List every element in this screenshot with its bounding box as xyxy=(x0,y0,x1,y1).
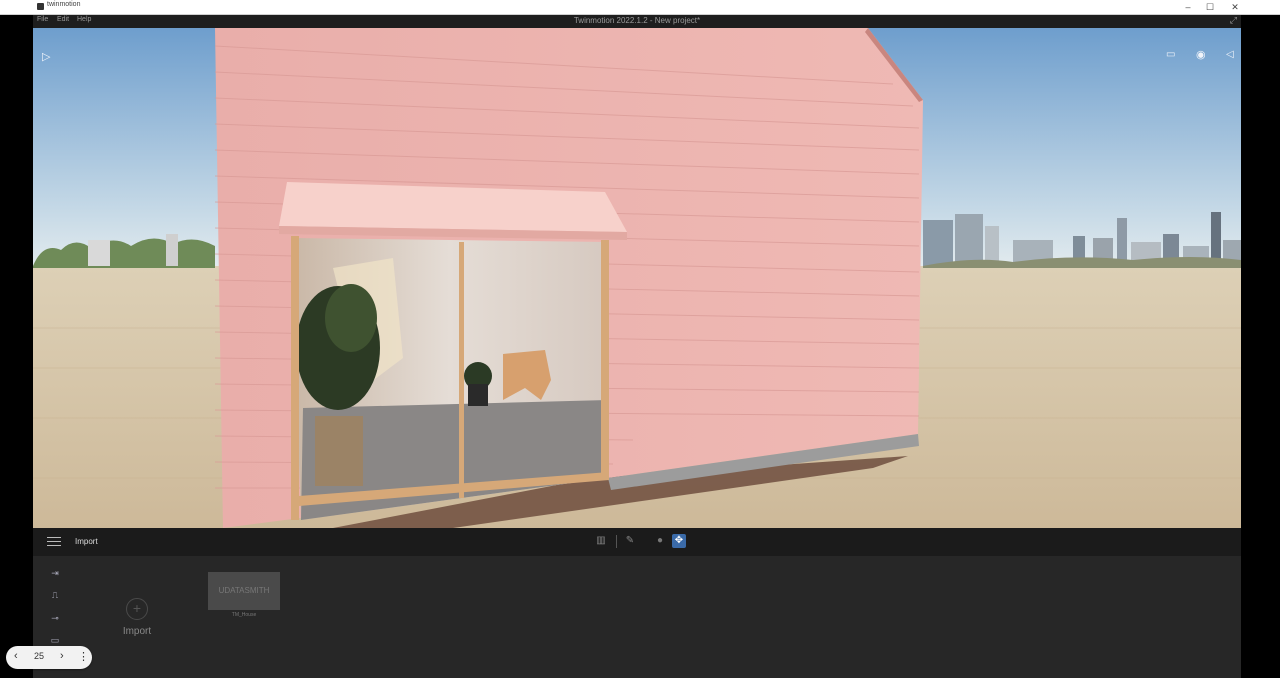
panel-title: Import xyxy=(75,537,98,546)
document-title: Twinmotion 2022.1.2 - New project* xyxy=(573,16,701,25)
add-icon: + xyxy=(126,598,148,620)
menu-bar: Twinmotion 2022.1.2 - New project* File … xyxy=(33,15,1241,28)
app-logo-icon xyxy=(37,3,44,10)
view-mode-icon[interactable]: ▭ xyxy=(1166,49,1175,60)
library-icon[interactable]: ▥ xyxy=(594,534,608,548)
asset-name: TM_House xyxy=(231,612,257,618)
scene-render xyxy=(33,28,1241,528)
move-gizmo-icon[interactable]: ✥ xyxy=(672,534,686,548)
3d-viewport[interactable]: ▷ ▭ ◉ ◁ xyxy=(33,28,1241,528)
import-button[interactable]: + Import xyxy=(117,598,157,637)
collapse-left-icon[interactable]: ◁ xyxy=(1226,49,1234,60)
menu-hamburger-icon[interactable] xyxy=(47,537,61,547)
prev-page-button[interactable]: ‹ xyxy=(14,650,18,662)
app-name: twinmotion xyxy=(47,1,81,8)
link-icon[interactable]: ⊸ xyxy=(47,612,63,624)
path-icon[interactable]: ⎍ xyxy=(47,589,63,601)
menu-edit[interactable]: Edit xyxy=(57,16,69,23)
page-number[interactable]: 25 xyxy=(34,651,44,661)
menu-help[interactable]: Help xyxy=(77,16,91,23)
window-titlebar: twinmotion – ☐ ✕ xyxy=(0,0,1280,15)
more-options-button[interactable]: ⋮ xyxy=(78,650,89,663)
import-label: Import xyxy=(122,626,152,637)
fullscreen-icon[interactable]: ⤢ xyxy=(1230,15,1237,26)
maximize-button[interactable]: ☐ xyxy=(1200,0,1220,14)
play-icon[interactable]: ▷ xyxy=(42,50,50,63)
next-page-button[interactable]: › xyxy=(60,650,64,662)
asset-tile[interactable]: UDATASMITH xyxy=(208,572,280,610)
toolbar-divider xyxy=(616,535,617,548)
menu-file[interactable]: File xyxy=(37,16,48,23)
eyedropper-icon[interactable]: ✎ xyxy=(623,534,637,548)
import-arrow-icon[interactable]: ⇥ xyxy=(47,567,63,579)
screen-icon[interactable]: ▭ xyxy=(47,634,63,646)
import-panel: Import ▥ ✎ ● ✥ ⇥ ⎍ ⊸ ▭ + Import UDATASMI… xyxy=(33,528,1241,678)
asset-tile-type: UDATASMITH xyxy=(218,586,270,595)
minimize-button[interactable]: – xyxy=(1178,0,1198,14)
page-navigator: ‹ 25 › ⋮ xyxy=(6,646,92,669)
close-button[interactable]: ✕ xyxy=(1225,0,1245,14)
eye-icon[interactable]: ◉ xyxy=(1196,48,1206,61)
panel-header: Import ▥ ✎ ● ✥ xyxy=(33,528,1241,556)
circle-tool-icon[interactable]: ● xyxy=(653,534,667,548)
